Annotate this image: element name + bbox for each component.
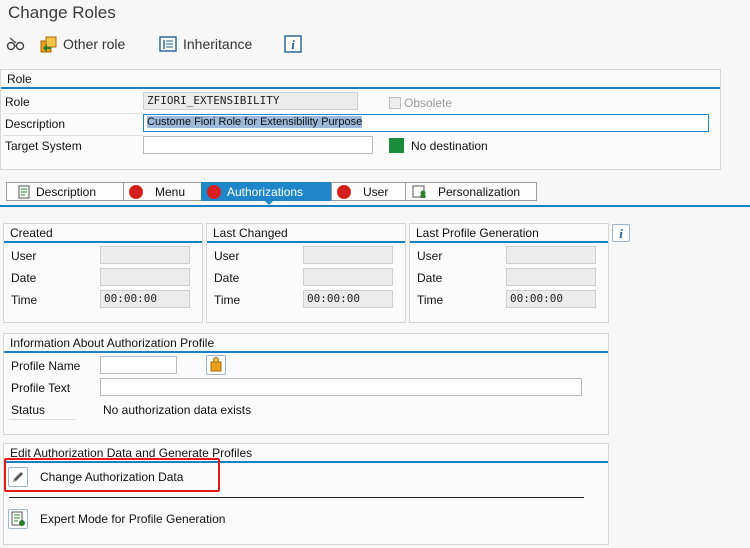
auth-profile-underline bbox=[4, 351, 608, 353]
created-date-label: Date bbox=[11, 271, 37, 285]
tab-user[interactable]: User bbox=[331, 182, 406, 201]
lpg-time-label: Time bbox=[417, 293, 444, 307]
last-changed-date-field[interactable] bbox=[303, 268, 393, 286]
target-system-input[interactable] bbox=[143, 136, 373, 154]
created-panel: Created User Date Time 00:00:00 bbox=[3, 223, 203, 323]
tab-description[interactable]: Description bbox=[6, 182, 124, 201]
last-profile-generation-underline bbox=[410, 241, 608, 243]
profile-text-input[interactable] bbox=[100, 378, 582, 396]
auth-profile-panel: Information About Authorization Profile … bbox=[3, 333, 609, 435]
red-status-icon bbox=[207, 184, 221, 199]
status-label: Status bbox=[11, 403, 46, 417]
lpg-time-field[interactable]: 00:00:00 bbox=[506, 290, 596, 308]
toolbar: Other role Inheritance i bbox=[0, 30, 750, 58]
created-time-label: Time bbox=[11, 293, 38, 307]
destination-status-icon bbox=[389, 138, 404, 153]
other-role-label: Other role bbox=[63, 36, 126, 52]
obsolete-checkbox[interactable] bbox=[389, 97, 401, 109]
inheritance-button[interactable]: Inheritance bbox=[158, 33, 252, 55]
target-system-label: Target System bbox=[5, 139, 82, 153]
last-profile-generation-title: Last Profile Generation bbox=[416, 226, 539, 240]
lpg-date-label: Date bbox=[417, 271, 443, 285]
inheritance-label: Inheritance bbox=[183, 36, 253, 52]
expert-mode-button[interactable]: Expert Mode for Profile Generation bbox=[8, 508, 225, 530]
tab-strip-underline bbox=[0, 205, 750, 207]
expert-mode-label: Expert Mode for Profile Generation bbox=[40, 512, 226, 526]
dates-info-button[interactable]: i bbox=[612, 224, 630, 242]
lpg-user-field[interactable] bbox=[506, 246, 596, 264]
description-label: Description bbox=[5, 117, 66, 131]
role-section-title: Role bbox=[7, 72, 32, 86]
profile-name-input[interactable] bbox=[100, 356, 177, 374]
created-user-field[interactable] bbox=[100, 246, 190, 264]
created-user-label: User bbox=[11, 249, 37, 263]
role-section-underline bbox=[1, 87, 720, 89]
obsolete-checkbox-group[interactable]: Obsolete bbox=[389, 96, 452, 110]
red-status-icon bbox=[129, 184, 143, 199]
last-profile-generation-panel: Last Profile Generation User Date Time 0… bbox=[409, 223, 609, 323]
info-icon: i bbox=[284, 35, 302, 53]
row-separator bbox=[9, 419, 75, 420]
obsolete-label: Obsolete bbox=[404, 96, 453, 110]
tab-personalization[interactable]: Personalization bbox=[405, 182, 537, 201]
role-label: Role bbox=[5, 95, 30, 109]
last-changed-date-label: Date bbox=[214, 271, 240, 285]
tab-menu-label: Menu bbox=[155, 184, 186, 199]
last-changed-underline bbox=[207, 241, 405, 243]
auth-profile-title: Information About Authorization Profile bbox=[10, 336, 215, 350]
created-date-field[interactable] bbox=[100, 268, 190, 286]
profile-text-label: Profile Text bbox=[11, 381, 71, 395]
lpg-user-label: User bbox=[417, 249, 443, 263]
last-changed-title: Last Changed bbox=[213, 226, 288, 240]
glasses-pencil-icon bbox=[6, 37, 25, 51]
tab-user-label: User bbox=[363, 184, 389, 199]
propose-name-icon bbox=[210, 357, 222, 372]
description-input[interactable]: Custome Fiori Role for Extensibility Pur… bbox=[143, 114, 709, 132]
tab-authorizations-label: Authorizations bbox=[227, 184, 304, 199]
personalization-icon bbox=[412, 185, 426, 198]
info-button[interactable]: i bbox=[284, 33, 302, 55]
row-separator bbox=[3, 113, 143, 114]
tab-menu[interactable]: Menu bbox=[123, 182, 202, 201]
red-status-icon bbox=[337, 184, 351, 199]
svg-text:i: i bbox=[291, 37, 295, 52]
svg-text:i: i bbox=[619, 226, 623, 241]
inheritance-icon bbox=[159, 36, 177, 52]
tab-description-label: Description bbox=[36, 184, 97, 199]
document-icon bbox=[18, 185, 30, 198]
profile-name-label: Profile Name bbox=[11, 359, 81, 373]
section-divider bbox=[9, 497, 584, 498]
window-title: Change Roles bbox=[8, 3, 116, 22]
display-change-button[interactable] bbox=[6, 33, 31, 55]
destination-status-text: No destination bbox=[411, 139, 488, 153]
profile-name-suggest-button[interactable] bbox=[206, 355, 226, 375]
other-role-button[interactable]: Other role bbox=[38, 33, 125, 55]
lpg-date-field[interactable] bbox=[506, 268, 596, 286]
created-title: Created bbox=[10, 226, 53, 240]
row-separator bbox=[3, 135, 143, 136]
expert-mode-icon bbox=[8, 509, 28, 529]
created-time-field[interactable]: 00:00:00 bbox=[100, 290, 190, 308]
last-changed-time-label: Time bbox=[214, 293, 241, 307]
last-changed-time-field[interactable]: 00:00:00 bbox=[303, 290, 393, 308]
role-name-field[interactable]: ZFIORI_EXTENSIBILITY bbox=[143, 92, 358, 110]
tab-personalization-label: Personalization bbox=[438, 184, 521, 199]
last-changed-user-label: User bbox=[214, 249, 240, 263]
last-changed-user-field[interactable] bbox=[303, 246, 393, 264]
other-role-icon bbox=[40, 36, 57, 53]
highlight-box bbox=[4, 458, 220, 492]
description-value: Custome Fiori Role for Extensibility Pur… bbox=[147, 116, 363, 128]
last-changed-panel: Last Changed User Date Time 00:00:00 bbox=[206, 223, 406, 323]
status-value: No authorization data exists bbox=[103, 403, 252, 417]
created-underline bbox=[4, 241, 202, 243]
info-icon: i bbox=[619, 226, 623, 241]
role-panel: Role Role ZFIORI_EXTENSIBILITY Obsolete … bbox=[0, 69, 721, 170]
